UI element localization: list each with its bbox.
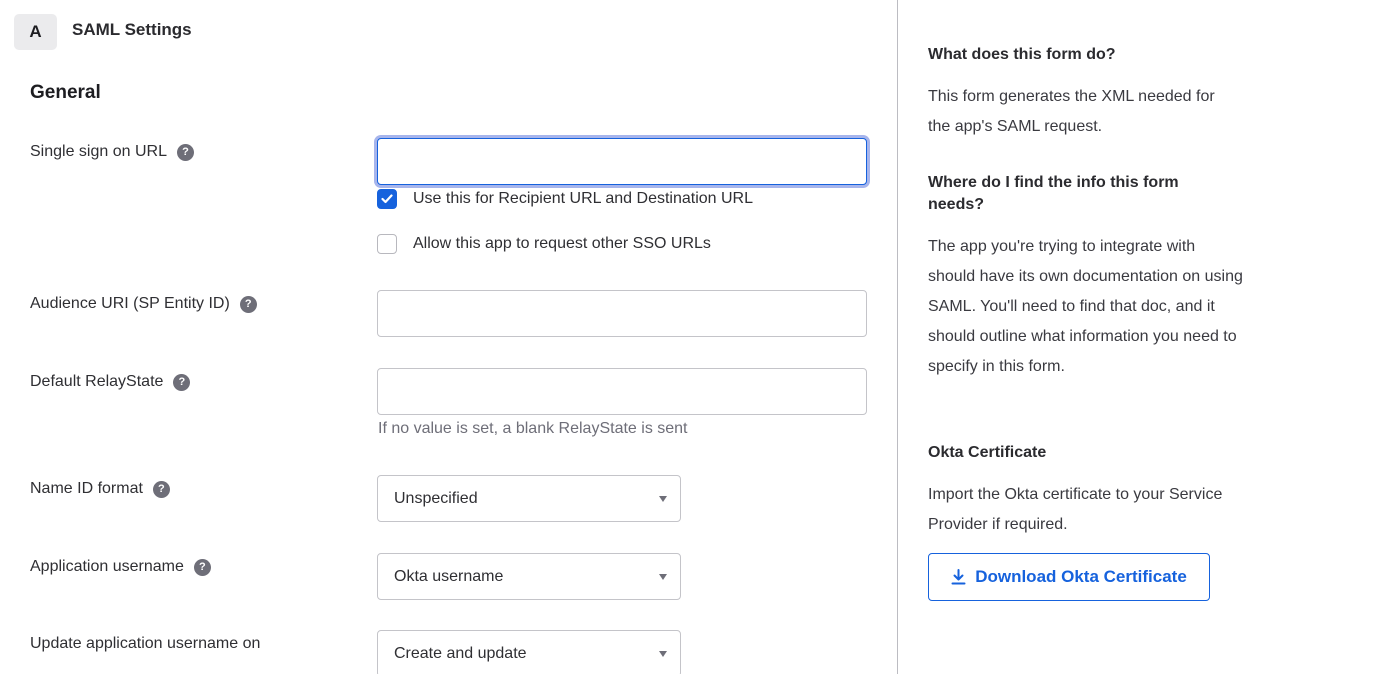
help-q1-body: This form generates the XML needed for t… <box>928 88 1215 135</box>
step-badge: A <box>14 14 57 50</box>
sso-url-label-text: Single sign on URL <box>30 143 167 160</box>
name-id-format-value: Unspecified <box>394 489 478 507</box>
step-title: SAML Settings <box>72 20 192 39</box>
audience-uri-label: Audience URI (SP Entity ID) ? <box>30 295 257 313</box>
cert-body: Import the Okta certificate to your Serv… <box>928 486 1223 533</box>
help-icon[interactable]: ? <box>193 558 211 576</box>
audience-uri-label-text: Audience URI (SP Entity ID) <box>30 295 230 312</box>
sso-url-input[interactable] <box>377 138 867 185</box>
update-username-label-text: Update application username on <box>30 635 261 652</box>
recipient-url-checkbox-label: Use this for Recipient URL and Destinati… <box>413 190 754 207</box>
relay-state-hint: If no value is set, a blank RelayState i… <box>378 420 688 437</box>
relay-state-label-text: Default RelayState <box>30 373 164 390</box>
help-q2-title: Where do I find the info this form needs… <box>928 174 1179 213</box>
panel-divider <box>897 0 898 674</box>
chevron-down-icon <box>659 495 667 502</box>
app-username-select[interactable]: Okta username <box>377 553 681 600</box>
recipient-url-checkbox-row[interactable]: Use this for Recipient URL and Destinati… <box>377 189 753 209</box>
audience-uri-input[interactable] <box>377 290 867 337</box>
help-icon[interactable]: ? <box>176 143 194 161</box>
app-username-value: Okta username <box>394 567 504 585</box>
download-certificate-label: Download Okta Certificate <box>975 567 1187 586</box>
help-q1-title: What does this form do? <box>928 46 1116 63</box>
help-icon[interactable]: ? <box>239 295 257 313</box>
relay-state-input[interactable] <box>377 368 867 415</box>
sso-url-label: Single sign on URL ? <box>30 143 194 161</box>
other-sso-checkbox-label: Allow this app to request other SSO URLs <box>413 235 711 252</box>
cert-title: Okta Certificate <box>928 444 1047 461</box>
help-icon[interactable]: ? <box>152 480 170 498</box>
update-username-select[interactable]: Create and update <box>377 630 681 674</box>
name-id-format-select[interactable]: Unspecified <box>377 475 681 522</box>
chevron-down-icon <box>659 650 667 657</box>
other-sso-checkbox-row[interactable]: Allow this app to request other SSO URLs <box>377 234 711 254</box>
relay-state-label: Default RelayState ? <box>30 373 191 391</box>
other-sso-checkbox[interactable] <box>377 234 397 254</box>
download-icon <box>951 569 966 585</box>
checkmark-icon <box>381 194 393 204</box>
chevron-down-icon <box>659 573 667 580</box>
update-username-label: Update application username on <box>30 635 260 653</box>
recipient-url-checkbox[interactable] <box>377 189 397 209</box>
app-username-label-text: Application username <box>30 558 184 575</box>
app-username-label: Application username ? <box>30 558 211 576</box>
help-q2-body: The app you're trying to integrate with … <box>928 238 1243 375</box>
name-id-format-label-text: Name ID format <box>30 480 143 497</box>
name-id-format-label: Name ID format ? <box>30 480 170 498</box>
help-icon[interactable]: ? <box>173 373 191 391</box>
update-username-value: Create and update <box>394 644 527 662</box>
download-certificate-button[interactable]: Download Okta Certificate <box>928 553 1210 601</box>
section-title: General <box>30 82 101 103</box>
